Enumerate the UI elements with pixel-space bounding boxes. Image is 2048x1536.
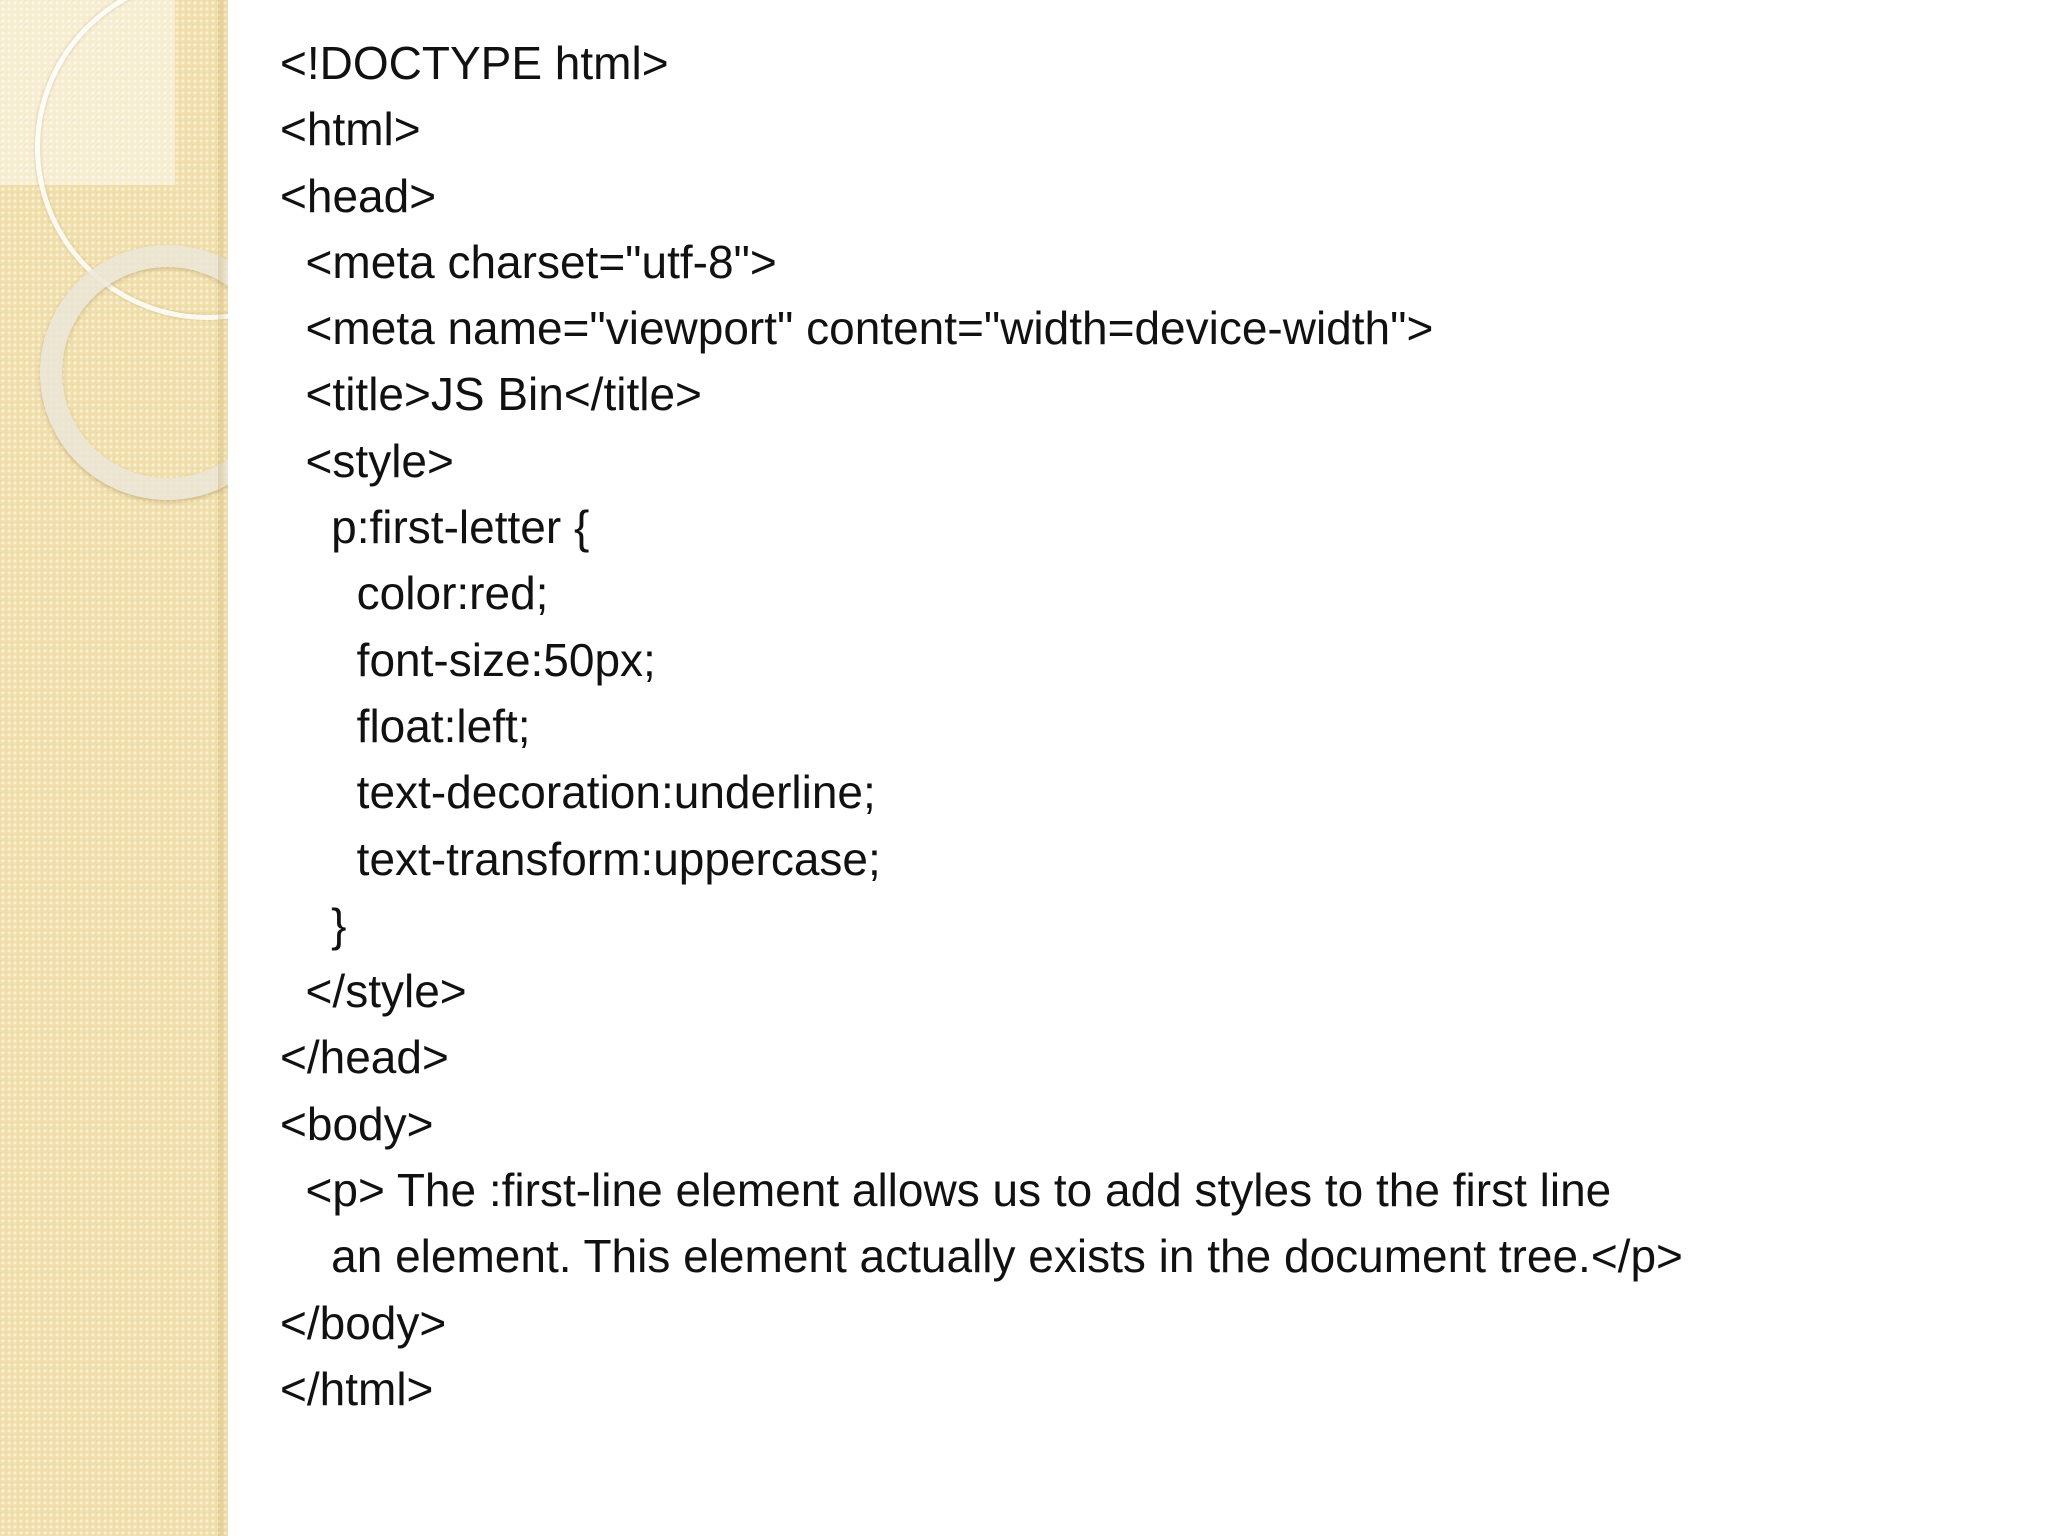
code-line: </html> [280,1362,434,1415]
decorative-side-panel [0,0,228,1536]
code-line: float:left; [280,699,531,752]
code-line: p:first-letter { [280,501,590,554]
code-line: <body> [280,1097,434,1150]
code-line: <!DOCTYPE html> [280,37,669,89]
code-line: <head> [280,169,437,222]
code-line: <meta name="viewport" content="width=dev… [280,302,1434,355]
code-line: } [280,898,347,951]
slide: <!DOCTYPE html> <html> <head> <meta char… [0,0,2048,1536]
code-line: font-size:50px; [280,633,656,686]
panel-edge-shadow [218,0,228,1536]
code-line: <html> [280,103,421,156]
code-line: text-transform:uppercase; [280,832,881,885]
code-line: text-decoration:underline; [280,766,876,819]
code-line: <p> The :first-line element allows us to… [280,1164,1612,1217]
code-listing: <!DOCTYPE html> <html> <head> <meta char… [280,30,2020,1422]
code-line: <title>JS Bin</title> [280,368,702,421]
code-line: </head> [280,1031,449,1084]
code-line: color:red; [280,567,549,620]
code-line: <meta charset="utf-8"> [280,235,777,288]
code-line: </body> [280,1296,447,1349]
code-line: </style> [280,965,467,1018]
code-line: <style> [280,434,454,487]
code-line: an element. This element actually exists… [280,1230,1683,1283]
small-ring-ornament [40,245,228,500]
